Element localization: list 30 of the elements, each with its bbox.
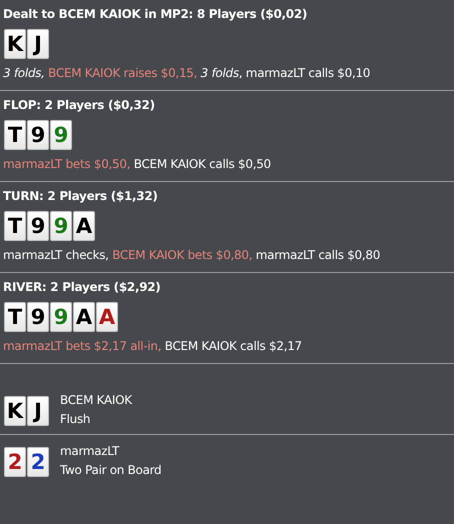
playing-card: A xyxy=(96,302,118,332)
playing-card: J xyxy=(27,396,49,426)
street-title: TURN: 2 Players ($1,32) xyxy=(3,188,159,204)
action-summary: 3 folds, BCEM KAIOK raises $0,15, 3 folds, marmazLT calls $0,10 xyxy=(3,65,372,81)
street-title: Dealt to BCEM KAIOK in MP2: 8 Players ($0,02) xyxy=(3,6,308,22)
playing-card: 2 xyxy=(4,446,26,476)
playing-card: T xyxy=(4,302,26,332)
action-summary: marmazLT checks, BCEM KAIOK bets $0,80, marmazLT calls $0,80 xyxy=(3,247,382,263)
playing-card: 9 xyxy=(27,211,49,241)
playing-card: 9 xyxy=(50,211,72,241)
playing-card: 9 xyxy=(50,120,72,150)
street-title: FLOP: 2 Players ($0,32) xyxy=(3,97,156,113)
playing-card: J xyxy=(27,29,49,59)
playing-card: 9 xyxy=(50,302,72,332)
playing-card: K xyxy=(4,29,26,59)
player-name: BCEM KAIOK xyxy=(60,392,132,409)
playing-card: K xyxy=(4,396,26,426)
street-title: RIVER: 2 Players ($2,92) xyxy=(3,279,162,295)
playing-card: 2 xyxy=(27,446,49,476)
playing-card: T xyxy=(4,120,26,150)
playing-card: T xyxy=(4,211,26,241)
playing-card: A xyxy=(73,302,95,332)
hand-description: Two Pair on Board xyxy=(60,462,162,479)
playing-card: A xyxy=(73,211,95,241)
action-summary: marmazLT bets $2,17 all-in, BCEM KAIOK calls $2,17 xyxy=(3,338,303,354)
action-summary: marmazLT bets $0,50, BCEM KAIOK calls $0,50 xyxy=(3,156,272,172)
playing-card: 9 xyxy=(27,120,49,150)
playing-card: 9 xyxy=(27,302,49,332)
hand-description: Flush xyxy=(60,411,92,428)
player-name: marmazLT xyxy=(60,443,120,460)
